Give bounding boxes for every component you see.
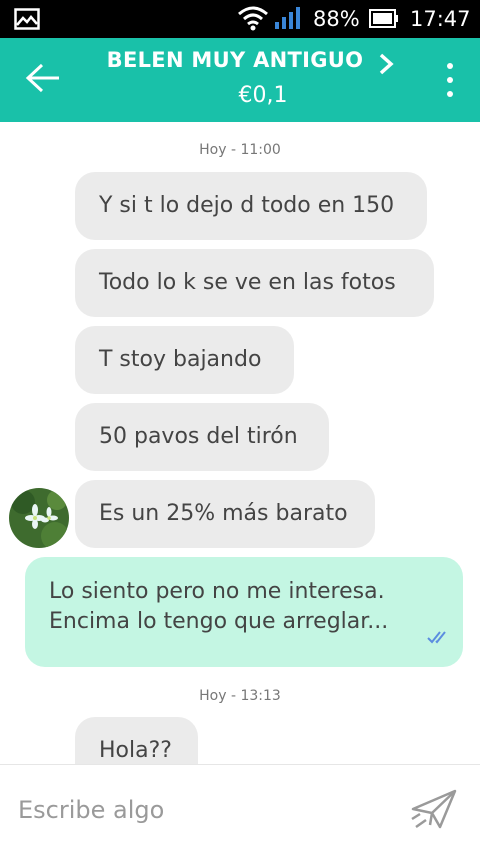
read-ticks-icon	[427, 623, 451, 653]
incoming-message[interactable]: Hola??	[75, 717, 198, 764]
battery-percentage: 88%	[313, 7, 360, 31]
signal-icon	[274, 6, 302, 34]
image-notification-icon	[14, 8, 40, 34]
outgoing-message[interactable]: Lo siento pero no me interesa. Encima lo…	[25, 557, 463, 667]
message-input[interactable]	[16, 789, 380, 831]
chat-title[interactable]: BELEN MUY ANTIGUO	[0, 46, 470, 74]
incoming-message[interactable]: 50 pavos del tirón	[75, 403, 329, 471]
item-price: €0,1	[238, 83, 288, 108]
message-text-line: Encima lo tengo que arreglar...	[49, 609, 389, 634]
avatar[interactable]	[9, 488, 69, 548]
message-text-line: Lo siento pero no me interesa.	[49, 579, 385, 604]
date-separator: Hoy - 11:00	[199, 142, 281, 158]
message-text: Y si t lo dejo d todo en 150	[99, 193, 395, 218]
battery-icon	[369, 9, 399, 32]
wifi-icon	[237, 5, 269, 35]
status-bar: 88% 17:47	[0, 0, 480, 38]
message-text: Es un 25% más barato	[99, 501, 348, 526]
message-text: 50 pavos del tirón	[99, 424, 298, 449]
chevron-right-icon[interactable]	[376, 52, 396, 80]
incoming-message[interactable]: T stoy bajando	[75, 326, 294, 394]
message-text: Hola??	[99, 738, 172, 763]
chat-header: BELEN MUY ANTIGUO €0,1	[0, 38, 480, 122]
more-vertical-icon[interactable]	[442, 62, 458, 102]
message-text: Todo lo k se ve en las fotos	[99, 270, 396, 295]
message-input-bar	[0, 764, 480, 855]
incoming-message[interactable]: Y si t lo dejo d todo en 150	[75, 172, 427, 240]
incoming-message[interactable]: Es un 25% más barato	[75, 480, 375, 548]
date-separator: Hoy - 13:13	[199, 688, 281, 704]
message-text: T stoy bajando	[99, 347, 262, 372]
incoming-message[interactable]: Todo lo k se ve en las fotos	[75, 249, 434, 317]
message-list[interactable]: Hoy - 11:00 Y si t lo dejo d todo en 150…	[0, 122, 480, 764]
status-time: 17:47	[410, 7, 471, 31]
send-paper-plane-icon[interactable]	[410, 787, 458, 835]
